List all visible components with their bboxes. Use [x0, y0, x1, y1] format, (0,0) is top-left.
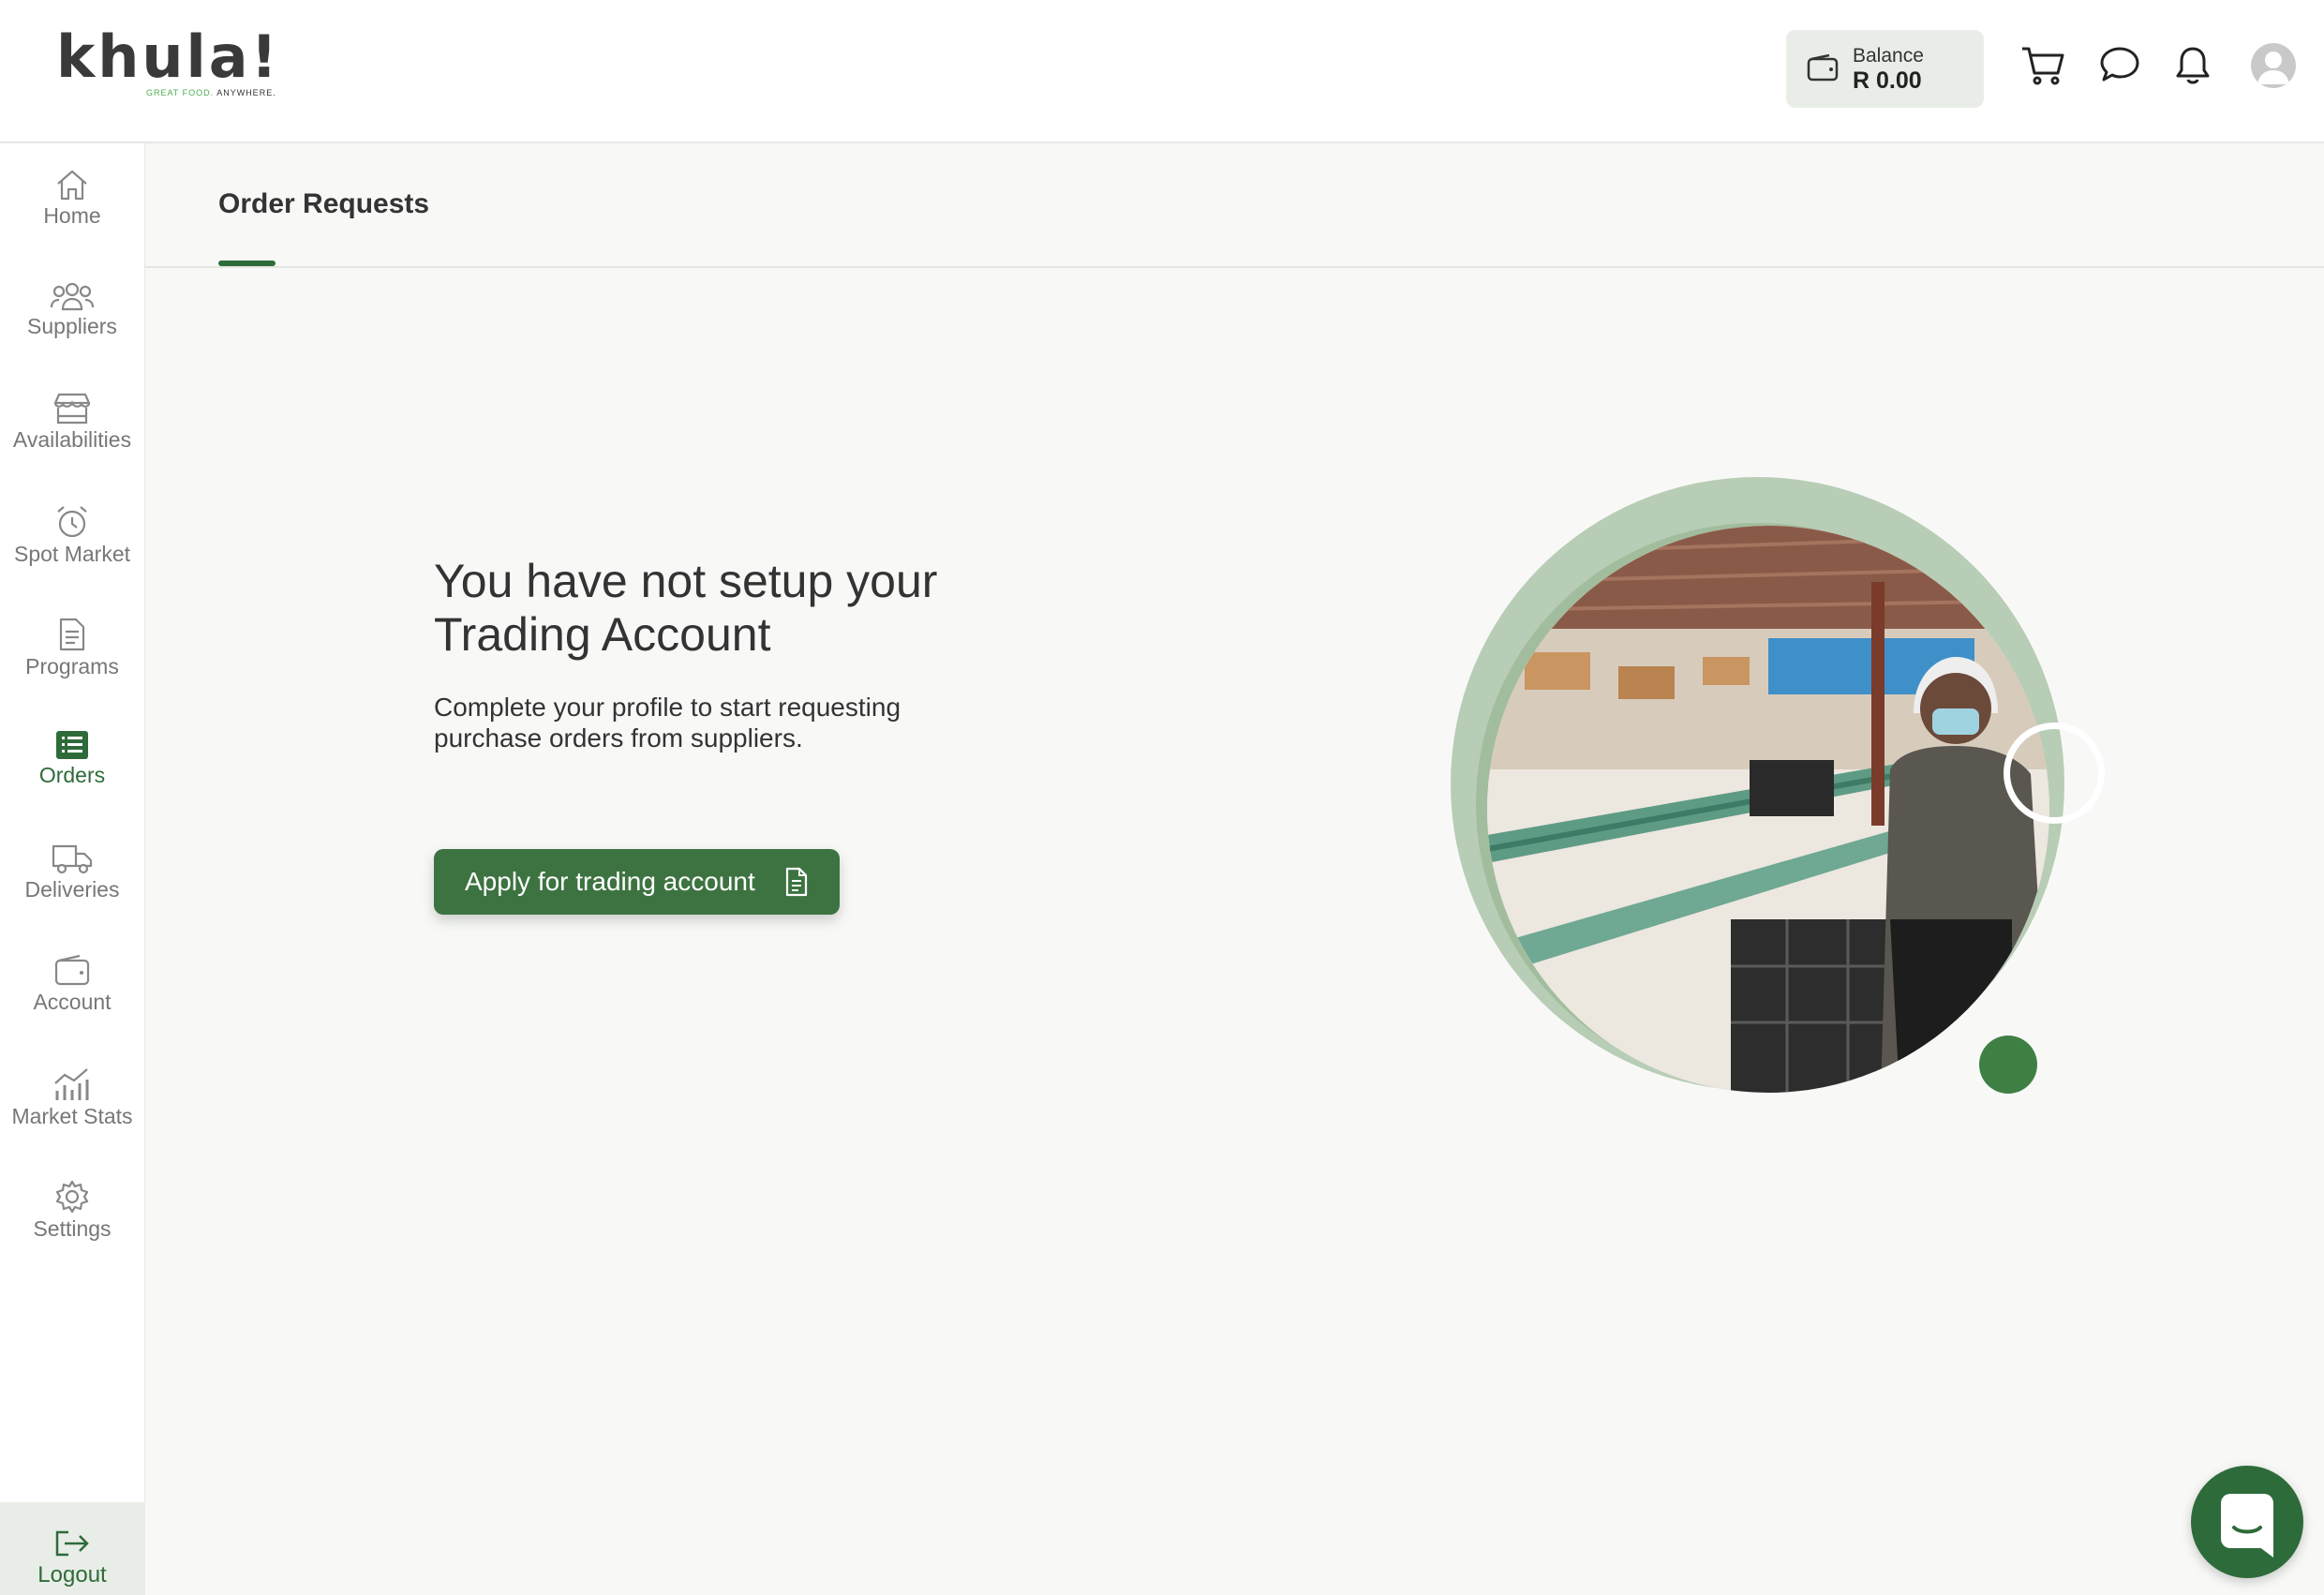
- alarm-clock-icon: [57, 506, 87, 538]
- chat-icon[interactable]: [2099, 45, 2140, 84]
- logout-icon: [55, 1530, 89, 1557]
- sidebar: Home Suppliers Availabilities Spot Marke…: [0, 143, 145, 1595]
- warehouse-illustration: [1443, 473, 2127, 1120]
- sidebar-item-label: Home: [43, 203, 101, 228]
- bell-icon[interactable]: [2174, 45, 2212, 86]
- sidebar-item-label: Settings: [33, 1216, 112, 1241]
- sidebar-item-label: Account: [33, 990, 112, 1014]
- apply-button-label: Apply for trading account: [465, 867, 755, 896]
- sidebar-item-label: Market Stats: [11, 1104, 133, 1128]
- page-header: Order Requests: [145, 143, 2324, 268]
- sidebar-item-label: Suppliers: [27, 314, 117, 338]
- wallet-icon: [1807, 54, 1839, 82]
- cart-icon[interactable]: [2020, 45, 2065, 86]
- sidebar-item-programs[interactable]: Programs: [0, 617, 144, 720]
- logo-wordmark: khula!: [56, 22, 280, 91]
- balance-value: R 0.00: [1853, 67, 1922, 94]
- sidebar-item-settings[interactable]: Settings: [0, 1179, 144, 1282]
- sidebar-item-label: Programs: [25, 654, 119, 678]
- wallet-icon: [54, 954, 90, 986]
- sidebar-item-market-stats[interactable]: Market Stats: [0, 1066, 144, 1170]
- sidebar-item-suppliers[interactable]: Suppliers: [0, 280, 144, 383]
- sidebar-item-account[interactable]: Account: [0, 954, 144, 1057]
- sidebar-item-label: Spot Market: [14, 542, 130, 566]
- decorative-ring: [2004, 723, 2105, 824]
- logout-label: Logout: [37, 1562, 107, 1588]
- sidebar-item-spot-market[interactable]: Spot Market: [0, 504, 144, 607]
- balance-label: Balance: [1853, 45, 1924, 67]
- chart-icon: [54, 1068, 89, 1100]
- logo-tagline: GREAT FOOD. ANYWHERE.: [146, 88, 276, 97]
- empty-state-description: Complete your profile to start requestin…: [434, 693, 901, 753]
- sidebar-item-deliveries[interactable]: Deliveries: [0, 842, 144, 945]
- chat-launcher-button[interactable]: [2191, 1466, 2303, 1578]
- list-icon: [56, 731, 88, 759]
- empty-state-headline: You have not setup your Trading Account: [434, 555, 938, 661]
- user-icon: [2257, 52, 2289, 84]
- store-icon: [53, 393, 91, 425]
- users-icon: [50, 282, 95, 311]
- decorative-dot: [1979, 1036, 2037, 1094]
- document-icon: [785, 867, 808, 897]
- chat-icon: [2221, 1494, 2273, 1558]
- sidebar-item-home[interactable]: Home: [0, 168, 144, 271]
- avatar[interactable]: [2251, 43, 2296, 88]
- khula-logo[interactable]: khula! GREAT FOOD. ANYWHERE.: [56, 28, 277, 103]
- sidebar-item-orders[interactable]: Orders: [0, 729, 144, 832]
- top-bar: khula! GREAT FOOD. ANYWHERE. Balance R 0…: [0, 0, 2324, 143]
- document-icon: [59, 618, 85, 651]
- truck-icon: [52, 844, 93, 874]
- sidebar-item-availabilities[interactable]: Availabilities: [0, 392, 144, 495]
- gear-icon: [55, 1180, 89, 1214]
- active-tab-indicator: [218, 261, 276, 266]
- warehouse-photo: [1487, 526, 2049, 1093]
- sidebar-item-label: Orders: [38, 763, 106, 787]
- tab-order-requests[interactable]: Order Requests: [218, 188, 429, 220]
- apply-trading-account-button[interactable]: Apply for trading account: [434, 849, 840, 915]
- logout-button[interactable]: Logout: [0, 1502, 144, 1595]
- sidebar-item-label: Availabilities: [12, 427, 132, 452]
- sidebar-item-label: Deliveries: [24, 877, 120, 902]
- home-icon: [57, 170, 87, 201]
- balance-widget[interactable]: Balance R 0.00: [1786, 30, 1984, 108]
